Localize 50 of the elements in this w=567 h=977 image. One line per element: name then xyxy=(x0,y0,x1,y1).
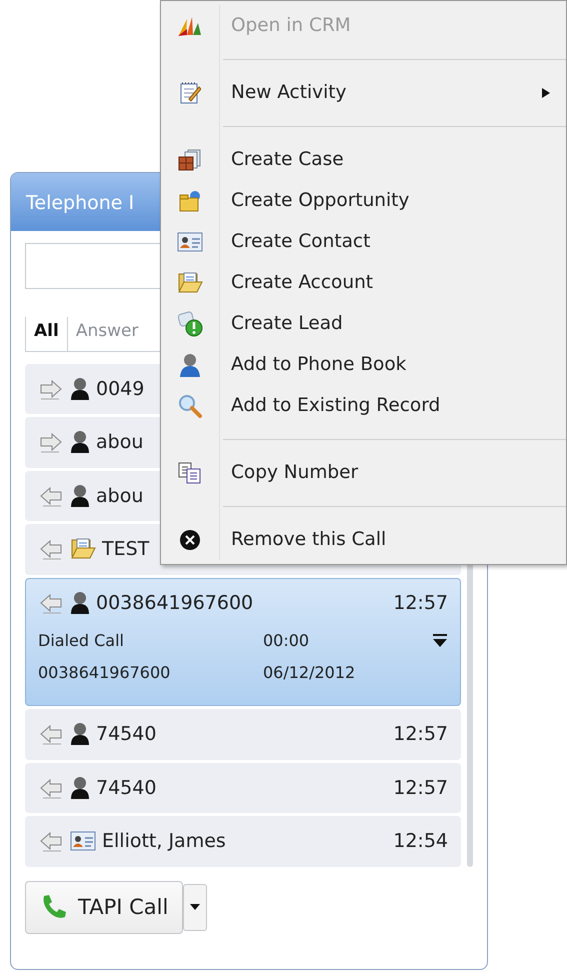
call-time: 12:57 xyxy=(393,722,448,747)
person-icon xyxy=(70,376,90,401)
caller-name: abou xyxy=(96,430,144,455)
contact-card-icon xyxy=(177,232,203,252)
call-type: Dialed Call xyxy=(38,630,125,652)
call-row[interactable]: 0038641967600 12:57 Dialed Call 00:00 0038641967600 06/12/2012 xyxy=(25,578,461,706)
menu-item[interactable]: Add to Phone Book xyxy=(161,344,566,385)
call-row[interactable]: 74540 12:57 xyxy=(25,709,461,760)
call-row[interactable]: 74540 12:57 xyxy=(25,762,461,813)
folder-gear-icon xyxy=(178,188,202,212)
caller-name: 74540 xyxy=(96,776,156,800)
caller-name: 0038641967600 xyxy=(96,590,254,616)
person-icon xyxy=(70,430,90,454)
folder-icon xyxy=(70,538,96,560)
person-icon xyxy=(179,352,201,378)
caller-name: 0049 xyxy=(96,376,144,402)
expand-icon xyxy=(432,634,448,648)
folder-icon xyxy=(177,272,203,294)
person-icon xyxy=(70,722,90,746)
menu-item[interactable]: Add to Existing Record xyxy=(161,385,566,426)
menu-item[interactable]: Create Lead xyxy=(161,303,566,344)
caller-name: TEST xyxy=(102,537,150,562)
caller-name: 74540 xyxy=(96,722,156,747)
person-icon xyxy=(70,590,90,615)
person-icon xyxy=(70,484,90,508)
call-time: 12:54 xyxy=(393,829,448,854)
caller-name: Elliott, James xyxy=(102,829,226,854)
tab[interactable]: All xyxy=(25,317,67,350)
menu-item[interactable]: Copy Number xyxy=(161,452,566,493)
notepad-icon xyxy=(179,80,201,104)
contact-card-icon xyxy=(70,831,96,852)
dropdown-button[interactable] xyxy=(183,884,208,931)
menu-item[interactable]: Create Account xyxy=(161,262,566,303)
menu-item[interactable]: New Activity xyxy=(161,72,566,113)
phone-number: 0038641967600 xyxy=(38,662,172,684)
lead-icon xyxy=(177,310,203,336)
person-icon xyxy=(70,776,90,800)
call-time: 12:57 xyxy=(393,590,448,616)
close-icon xyxy=(179,528,201,550)
caret-icon xyxy=(190,904,200,910)
copy-icon xyxy=(178,462,202,484)
call-date: 06/12/2012 xyxy=(263,662,356,684)
case-icon xyxy=(178,148,202,170)
search-icon xyxy=(178,394,202,418)
menu-item[interactable]: Remove this Call xyxy=(161,519,566,560)
call-row[interactable]: Elliott, James 12:54 xyxy=(25,816,461,866)
call-duration: 00:00 xyxy=(263,630,310,652)
caller-name: abou xyxy=(96,484,144,508)
tapi-call-button[interactable]: TAPI Call xyxy=(25,880,184,934)
call-time: 12:57 xyxy=(393,776,448,800)
